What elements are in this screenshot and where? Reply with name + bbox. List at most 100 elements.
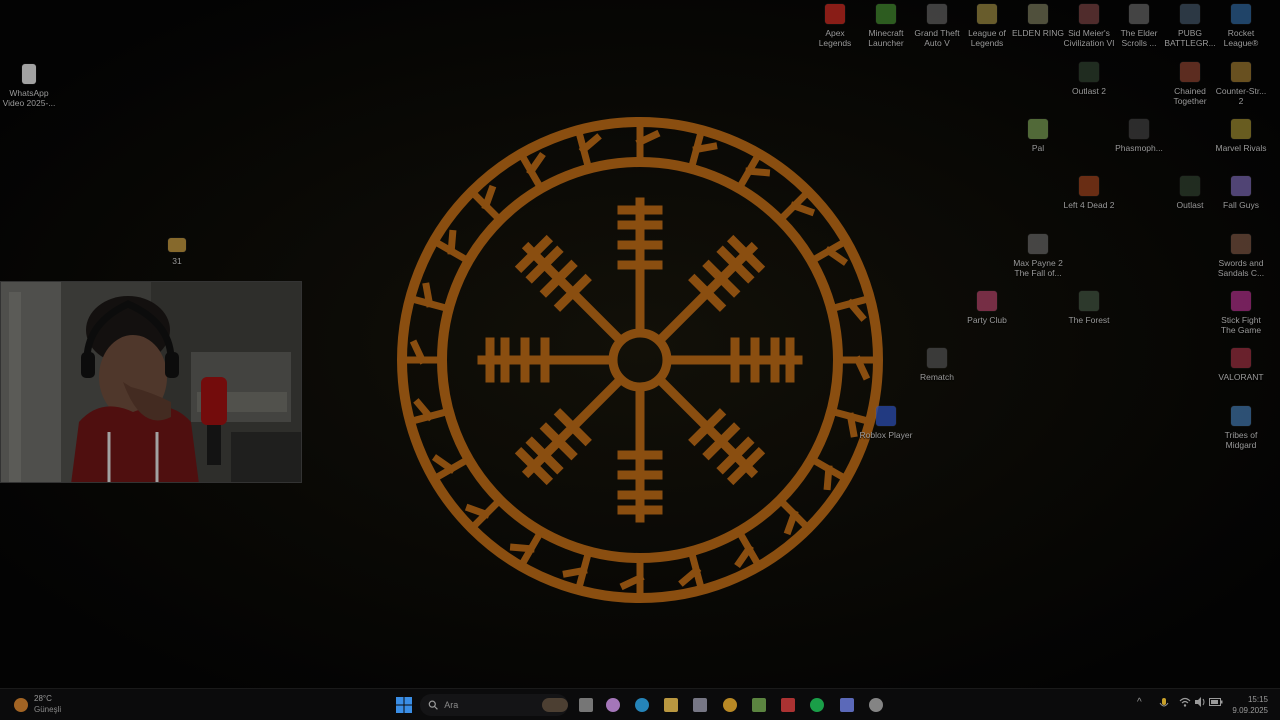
desktop-shortcut-label: Roblox Player: [859, 430, 913, 440]
left-4-dead-2-icon: [1079, 176, 1099, 196]
desktop-shortcut[interactable]: The Forest: [1060, 291, 1118, 325]
rematch-icon: [927, 348, 947, 368]
red-app-icon: [781, 698, 795, 712]
taskbar-app-button[interactable]: [602, 694, 624, 716]
volume-icon[interactable]: [1194, 697, 1206, 707]
taskbar-app-button[interactable]: [865, 694, 887, 716]
desktop-shortcut[interactable]: Phasmoph...: [1110, 119, 1168, 153]
desktop-shortcut[interactable]: VALORANT: [1212, 348, 1270, 382]
desktop-shortcut[interactable]: Roblox Player: [857, 406, 915, 440]
chrome-icon: [723, 698, 737, 712]
wifi-icon[interactable]: [1179, 697, 1191, 707]
rune-mark: [509, 543, 535, 553]
search-box[interactable]: [420, 694, 568, 716]
desktop-shortcut-label: VALORANT: [1218, 372, 1264, 382]
elder-scrolls-icon: [1129, 4, 1149, 24]
weather-sun-icon: [14, 698, 28, 712]
edge-icon: [635, 698, 649, 712]
swords-and-sandals-icon: [1231, 234, 1251, 254]
taskbar-app-button[interactable]: [575, 694, 597, 716]
chained-together-icon: [1180, 62, 1200, 82]
desktop-shortcut[interactable]: Rocket League®: [1212, 4, 1270, 48]
desktop-shortcut-label: Tribes of Midgard: [1224, 430, 1258, 450]
palworld-icon: [1028, 119, 1048, 139]
counter-strike-2-icon: [1231, 62, 1251, 82]
copilot-icon: [606, 698, 620, 712]
desktop-shortcut[interactable]: Pal: [1009, 119, 1067, 153]
taskbar-app-button[interactable]: [748, 694, 770, 716]
taskbar: 28°C Güneşli ^ 15:15 9.09.2025: [0, 688, 1280, 720]
rune-mark: [823, 465, 833, 491]
desktop-shortcut-label: Max Payne 2 The Fall of...: [1013, 258, 1063, 278]
desktop-shortcut[interactable]: Marvel Rivals: [1212, 119, 1270, 153]
marvel-rivals-icon: [1231, 119, 1251, 139]
desktop-shortcut[interactable]: Party Club: [958, 291, 1016, 325]
desktop-shortcut[interactable]: Stick Fight The Game: [1212, 291, 1270, 335]
desktop-shortcut[interactable]: Rematch: [908, 348, 966, 382]
weather-condition: Güneşli: [34, 705, 62, 714]
search-input[interactable]: [442, 699, 537, 711]
file-explorer-icon: [664, 698, 678, 712]
fall-guys-icon: [1231, 176, 1251, 196]
desktop-shortcut[interactable]: Counter-Str... 2: [1212, 62, 1270, 106]
desktop-shortcut-label: Phasmoph...: [1115, 143, 1163, 153]
desktop-shortcut[interactable]: Swords and Sandals C...: [1212, 234, 1270, 278]
taskbar-app-button[interactable]: [836, 694, 858, 716]
video-file-icon: [22, 64, 36, 84]
show-hidden-icons-button[interactable]: ^: [1137, 697, 1142, 708]
outlast-2-icon: [1079, 62, 1099, 82]
desktop-shortcut-label: Left 4 Dead 2: [1063, 200, 1115, 210]
taskbar-app-button[interactable]: [660, 694, 682, 716]
desktop-shortcut-label: Rematch: [919, 372, 954, 382]
desktop-shortcut-label: WhatsApp Video 2025-...: [2, 88, 56, 108]
battery-icon[interactable]: [1209, 697, 1223, 707]
desktop-shortcut[interactable]: League of Legends: [958, 4, 1016, 48]
rune-mark: [447, 229, 457, 255]
notepad-plus-icon: [752, 698, 766, 712]
elden-ring-icon: [1028, 4, 1048, 24]
microphone-icon[interactable]: [1159, 697, 1169, 711]
pubg-icon: [1180, 4, 1200, 24]
desktop-shortcut[interactable]: 31: [148, 234, 206, 266]
desktop-shortcut-label: Counter-Str... 2: [1215, 86, 1267, 106]
weather-widget[interactable]: [10, 694, 32, 716]
desktop-shortcut-label: 31: [172, 256, 182, 266]
league-of-legends-icon: [977, 4, 997, 24]
desktop-shortcut[interactable]: Tribes of Midgard: [1212, 406, 1270, 450]
taskbar-app-button[interactable]: [777, 694, 799, 716]
desktop-shortcut-label: Marvel Rivals: [1215, 143, 1267, 153]
stick-fight-icon: [1231, 291, 1251, 311]
apex-legends-icon: [825, 4, 845, 24]
rocket-league-icon: [1231, 4, 1251, 24]
clock-date: 9.09.2025: [1232, 706, 1268, 715]
rune-mark: [692, 142, 718, 154]
search-icon: [428, 700, 438, 710]
taskbar-app-button[interactable]: [689, 694, 711, 716]
taskbar-app-button[interactable]: [719, 694, 741, 716]
desktop-shortcut[interactable]: Left 4 Dead 2: [1060, 176, 1118, 210]
desktop-shortcut-label: Pal: [1031, 143, 1045, 153]
tribes-of-midgard-icon: [1231, 406, 1251, 426]
gta-v-icon: [927, 4, 947, 24]
valorant-icon: [1231, 348, 1251, 368]
max-payne-2-icon: [1028, 234, 1048, 254]
desktop-shortcut[interactable]: Fall Guys: [1212, 176, 1270, 210]
folder-icon: [168, 238, 186, 252]
desktop-shortcut[interactable]: Outlast 2: [1060, 62, 1118, 96]
rune-mark: [846, 412, 858, 438]
start-windows-icon: [396, 697, 412, 713]
taskbar-app-button[interactable]: [631, 694, 653, 716]
taskbar-app-button[interactable]: [806, 694, 828, 716]
start-button[interactable]: [393, 694, 415, 716]
phasmophobia-icon: [1129, 119, 1149, 139]
desktop-shortcut-label: Fall Guys: [1223, 200, 1259, 210]
rune-mark: [422, 282, 434, 308]
desktop-shortcut-label: Party Club: [967, 315, 1007, 325]
the-forest-icon: [1079, 291, 1099, 311]
spotify-icon: [810, 698, 824, 712]
desktop-shortcut-label: Swords and Sandals C...: [1217, 258, 1265, 278]
civilization-vi-icon: [1079, 4, 1099, 24]
desktop-shortcut[interactable]: Max Payne 2 The Fall of...: [1009, 234, 1067, 278]
desktop-shortcut[interactable]: WhatsApp Video 2025-...: [0, 64, 58, 108]
clock[interactable]: 15:15 9.09.2025: [1232, 694, 1268, 716]
